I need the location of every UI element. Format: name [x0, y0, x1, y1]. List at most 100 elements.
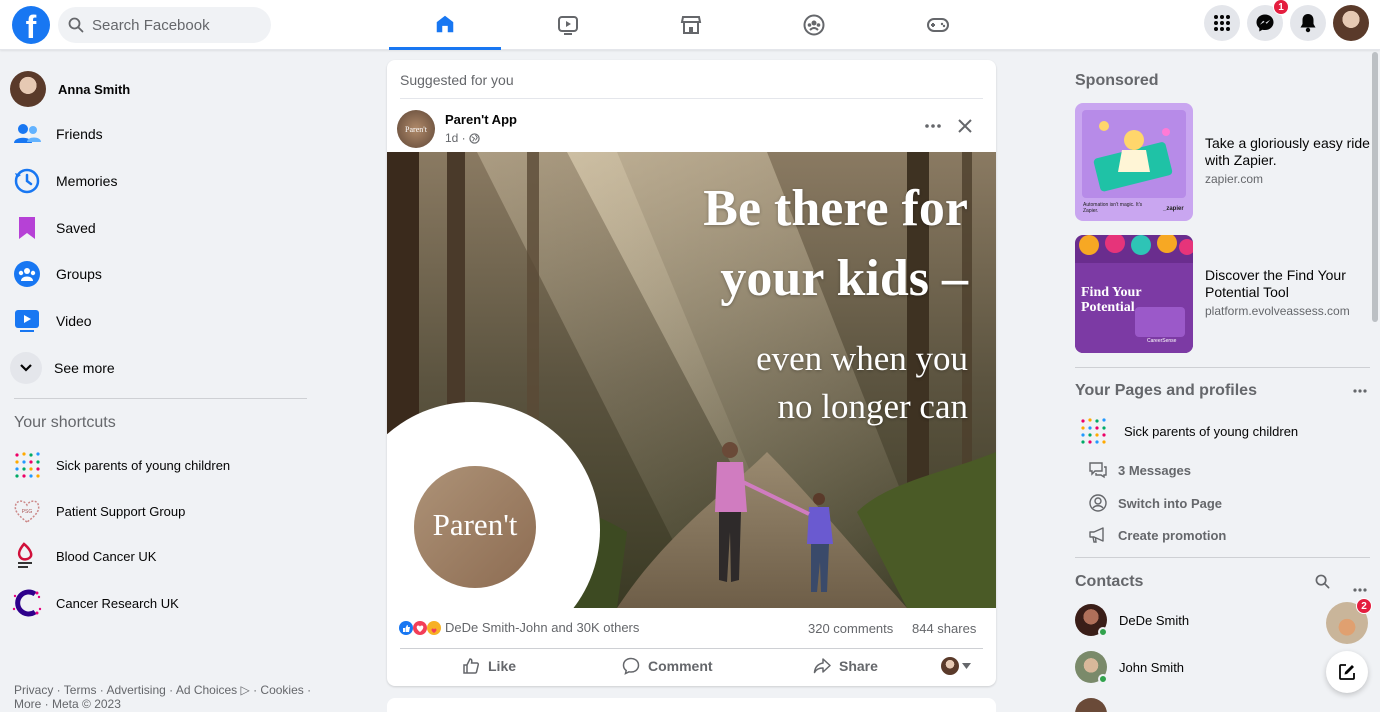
switch-page-link[interactable]: Switch into Page [1088, 493, 1222, 513]
shortcut-item[interactable]: PSG Patient Support Group [10, 489, 310, 533]
page-item[interactable]: Sick parents of young children [1078, 416, 1298, 446]
right-sidebar: Sponsored Automation isn't magic. It's Z… [1060, 50, 1380, 712]
chat-head[interactable]: 2 [1326, 598, 1372, 644]
close-icon [958, 119, 972, 133]
sponsored-ad[interactable]: Automation isn't magic. It's Zapier. _za… [1075, 103, 1375, 221]
contact-avatar-partial[interactable] [1075, 698, 1107, 712]
shortcut-item[interactable]: Cancer Research UK [10, 581, 310, 625]
shortcut-label: Blood Cancer UK [56, 548, 157, 564]
ad-caption: Automation isn't magic. It's Zapier. [1083, 202, 1143, 214]
suggested-label: Suggested for you [400, 72, 514, 88]
notifications-button[interactable] [1290, 5, 1326, 41]
heart-logo-icon: PSG [10, 494, 44, 528]
saved-icon [10, 211, 44, 245]
svg-text:PSG: PSG [22, 509, 33, 515]
more-dots-icon [925, 124, 941, 128]
search-bar[interactable] [58, 7, 271, 43]
shortcut-item[interactable]: Blood Cancer UK [10, 534, 310, 578]
new-message-button[interactable] [1326, 651, 1368, 693]
ad-text: Discover the Find Your Potential Tool pl… [1205, 235, 1375, 353]
shares-count[interactable]: 844 shares [912, 621, 976, 636]
post-more-button[interactable] [923, 116, 943, 136]
post-meta: 1d · [445, 131, 480, 145]
post-time[interactable]: 1d · [445, 131, 466, 145]
page-messages-link[interactable]: 3 Messages [1088, 461, 1191, 479]
profile-avatar[interactable] [1333, 5, 1369, 41]
watch-icon [558, 16, 578, 35]
ad-illustration [1082, 110, 1186, 198]
sidebar-item-saved[interactable]: Saved [10, 206, 310, 250]
zapier-ad-image: Automation isn't magic. It's Zapier. _za… [1075, 103, 1193, 221]
tab-home[interactable] [389, 0, 501, 50]
illustration-graphic [1093, 121, 1173, 192]
sidebar-item-label: See more [54, 360, 115, 376]
messenger-notification-badge: 1 [1273, 0, 1289, 15]
contacts-search-button[interactable] [1315, 574, 1330, 594]
like-button[interactable]: Like [462, 657, 516, 675]
post-close-button[interactable] [955, 116, 975, 136]
facebook-logo[interactable]: f [12, 6, 50, 44]
shortcut-label: Patient Support Group [56, 503, 186, 519]
blood-cancer-logo-icon [10, 539, 44, 573]
next-post-card [387, 698, 996, 712]
pages-more-button[interactable] [1353, 380, 1367, 398]
contacts-more-button[interactable] [1353, 579, 1367, 597]
pages-title: Your Pages and profiles [1075, 382, 1257, 399]
tab-groups[interactable] [758, 0, 870, 50]
comment-icon [622, 657, 640, 675]
reactions-text: DeDe Smith-John and 30K others [445, 620, 640, 635]
messenger-button[interactable]: 1 [1247, 0, 1289, 41]
sponsored-ad[interactable]: Find Your Potential CareerSense Discover… [1075, 235, 1375, 353]
tab-marketplace[interactable] [635, 0, 747, 50]
sidebar-user-name: Anna Smith [58, 81, 131, 97]
shortcut-item[interactable]: Sick parents of young children [10, 443, 310, 487]
sidebar-profile[interactable]: Anna Smith [10, 67, 310, 111]
evolve-ad-image: Find Your Potential CareerSense [1075, 235, 1193, 353]
group-dots-icon [1081, 418, 1106, 444]
sidebar-item-friends[interactable]: Friends [10, 112, 310, 156]
react-as-selector[interactable] [941, 657, 971, 675]
create-promotion-link[interactable]: Create promotion [1088, 526, 1226, 544]
caret-down-icon [962, 663, 971, 669]
page-scrollbar[interactable] [1372, 52, 1378, 322]
comment-button[interactable]: Comment [622, 657, 713, 675]
tab-gaming[interactable] [882, 0, 994, 50]
sidebar-item-video[interactable]: Video [10, 299, 310, 343]
sidebar-item-label: Friends [56, 126, 103, 142]
search-input[interactable] [92, 16, 252, 34]
parent-app-logo: Paren't [432, 507, 518, 542]
reactions-summary[interactable]: DeDe Smith-John and 30K others [399, 620, 639, 635]
post-image[interactable]: Be there for your kids – even when you n… [387, 152, 996, 608]
top-navigation-bar: f 1 [0, 0, 1380, 50]
tab-watch[interactable] [512, 0, 624, 50]
sidebar-item-groups[interactable]: Groups [10, 252, 310, 296]
avatar [941, 657, 959, 675]
share-icon [813, 658, 831, 674]
ad-brand: CareerSense [1147, 338, 1177, 344]
memories-icon [10, 164, 44, 198]
post-author-avatar[interactable]: Paren't [397, 110, 435, 148]
cancer-research-logo-icon [10, 586, 44, 620]
sidebar-footer-links[interactable]: Privacy · Terms · Advertising · Ad Choic… [14, 683, 314, 711]
sidebar-item-memories[interactable]: Memories [10, 159, 310, 203]
sidebar-item-label: Saved [56, 220, 96, 236]
contact-item[interactable]: DeDe Smith [1075, 604, 1189, 637]
post-image-subline: even when you no longer can [756, 339, 968, 426]
gaming-icon [927, 18, 949, 32]
comments-count[interactable]: 320 comments [808, 621, 893, 636]
shortcut-label: Sick parents of young children [56, 457, 231, 473]
like-reaction-icon [399, 620, 413, 635]
chat-badge: 2 [1356, 598, 1372, 614]
sidebar-item-see-more[interactable]: See more [10, 346, 310, 390]
sidebar-item-label: Memories [56, 173, 118, 189]
post-image-headline: Be there for your kids – [703, 180, 968, 307]
post-author-name[interactable]: Paren't App [445, 112, 517, 127]
share-button[interactable]: Share [813, 657, 878, 675]
home-icon [436, 15, 454, 32]
contact-item[interactable]: John Smith [1075, 651, 1184, 684]
love-reaction-icon [413, 620, 427, 635]
sponsored-title: Sponsored [1075, 72, 1159, 89]
online-status-dot [1098, 674, 1108, 684]
menu-button[interactable] [1204, 5, 1240, 41]
more-dots-icon [1353, 588, 1367, 592]
